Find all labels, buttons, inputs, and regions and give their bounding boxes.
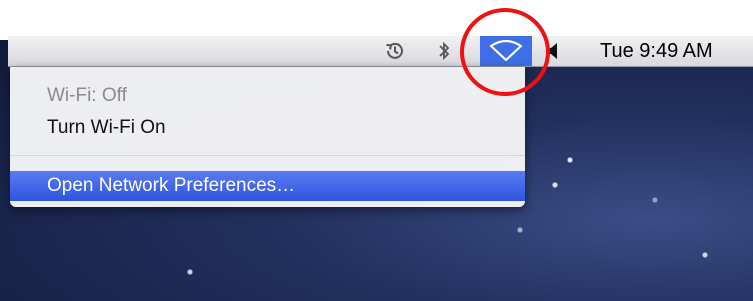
- menu-bar: Tue 9:49 AM: [8, 36, 753, 67]
- menu-bar-clock[interactable]: Tue 9:49 AM: [600, 36, 713, 66]
- red-annotation-circle: [460, 8, 550, 96]
- time-machine-icon[interactable]: [380, 36, 410, 66]
- wifi-dropdown-menu: Wi-Fi: Off Turn Wi-Fi On Open Network Pr…: [10, 67, 525, 207]
- menu-separator: [10, 155, 525, 156]
- bluetooth-icon[interactable]: [434, 36, 454, 66]
- open-network-preferences-menu-item[interactable]: Open Network Preferences…: [10, 171, 525, 201]
- wifi-status-label: Wi-Fi: Off: [47, 85, 127, 106]
- turn-wifi-on-menu-item[interactable]: Turn Wi-Fi On: [10, 113, 525, 143]
